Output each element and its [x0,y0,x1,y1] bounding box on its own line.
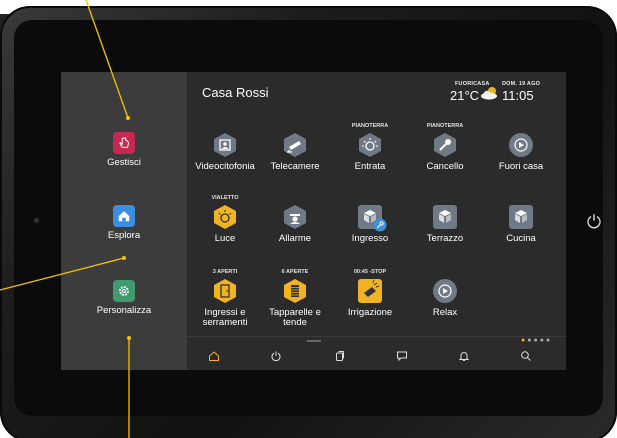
callout-lines [0,0,131,438]
presentation-stage: ⏻ Gestisci Esplora Personalizza Casa Ros… [0,0,617,438]
